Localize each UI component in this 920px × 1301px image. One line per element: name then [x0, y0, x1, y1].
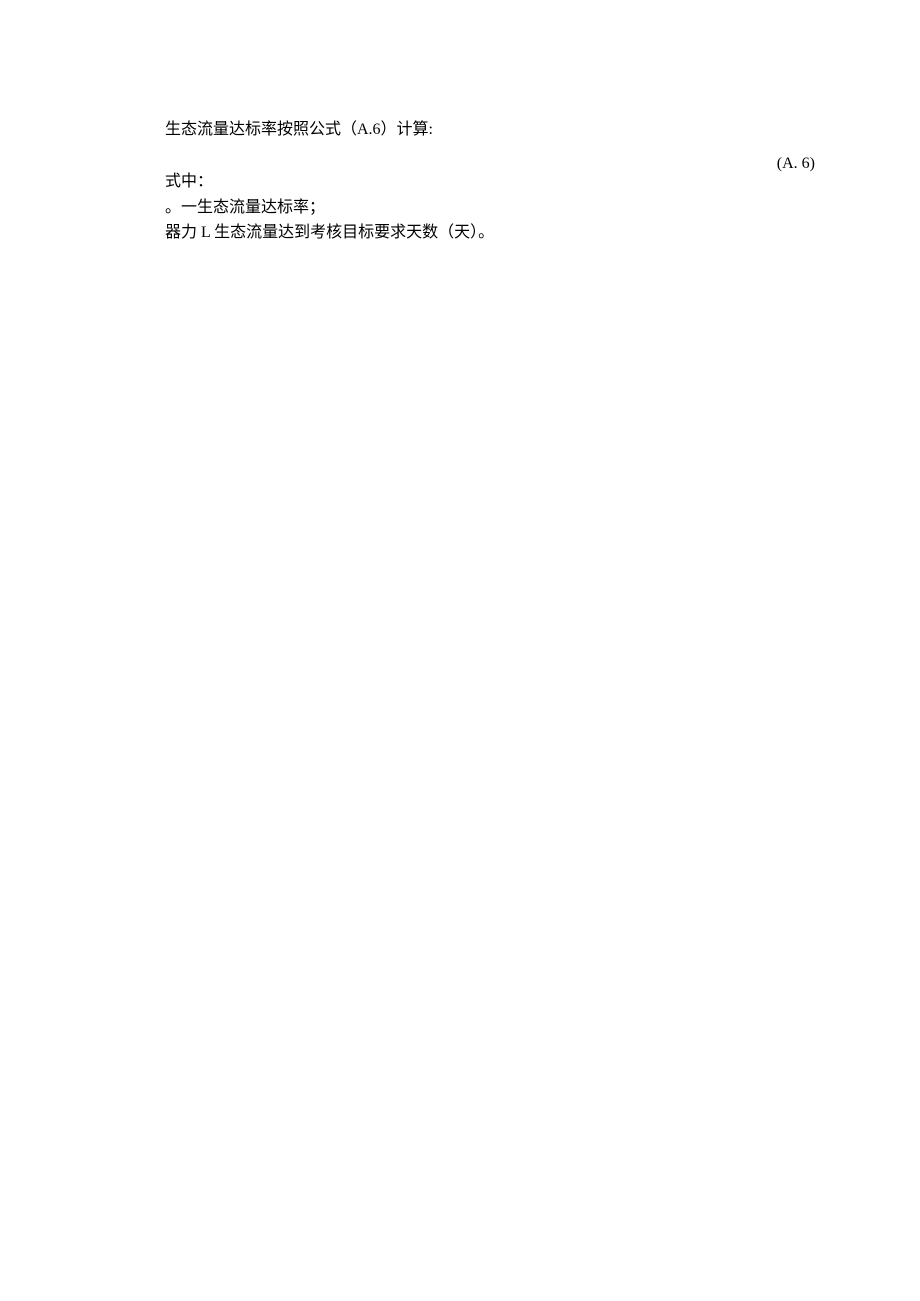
- definition-paragraph: 式中： 。一生态流量达标率； 器力 L 生态流量达到考核目标要求天数（天）。: [165, 169, 820, 246]
- equation-label-text: (A. 6): [777, 155, 815, 172]
- text-line-1: 生态流量达标率按照公式（A.6）计算:: [165, 121, 433, 138]
- text-line-2: 式中：: [165, 169, 820, 195]
- document-content: 生态流量达标率按照公式（A.6）计算: (A. 6) 式中： 。一生态流量达标率…: [0, 0, 920, 246]
- text-line-4: 器力 L 生态流量达到考核目标要求天数（天）。: [165, 220, 820, 246]
- formula-intro-text: 生态流量达标率按照公式（A.6）计算:: [165, 115, 820, 139]
- equation-number-label: (A. 6): [777, 155, 815, 173]
- text-line-3: 。一生态流量达标率；: [165, 195, 820, 221]
